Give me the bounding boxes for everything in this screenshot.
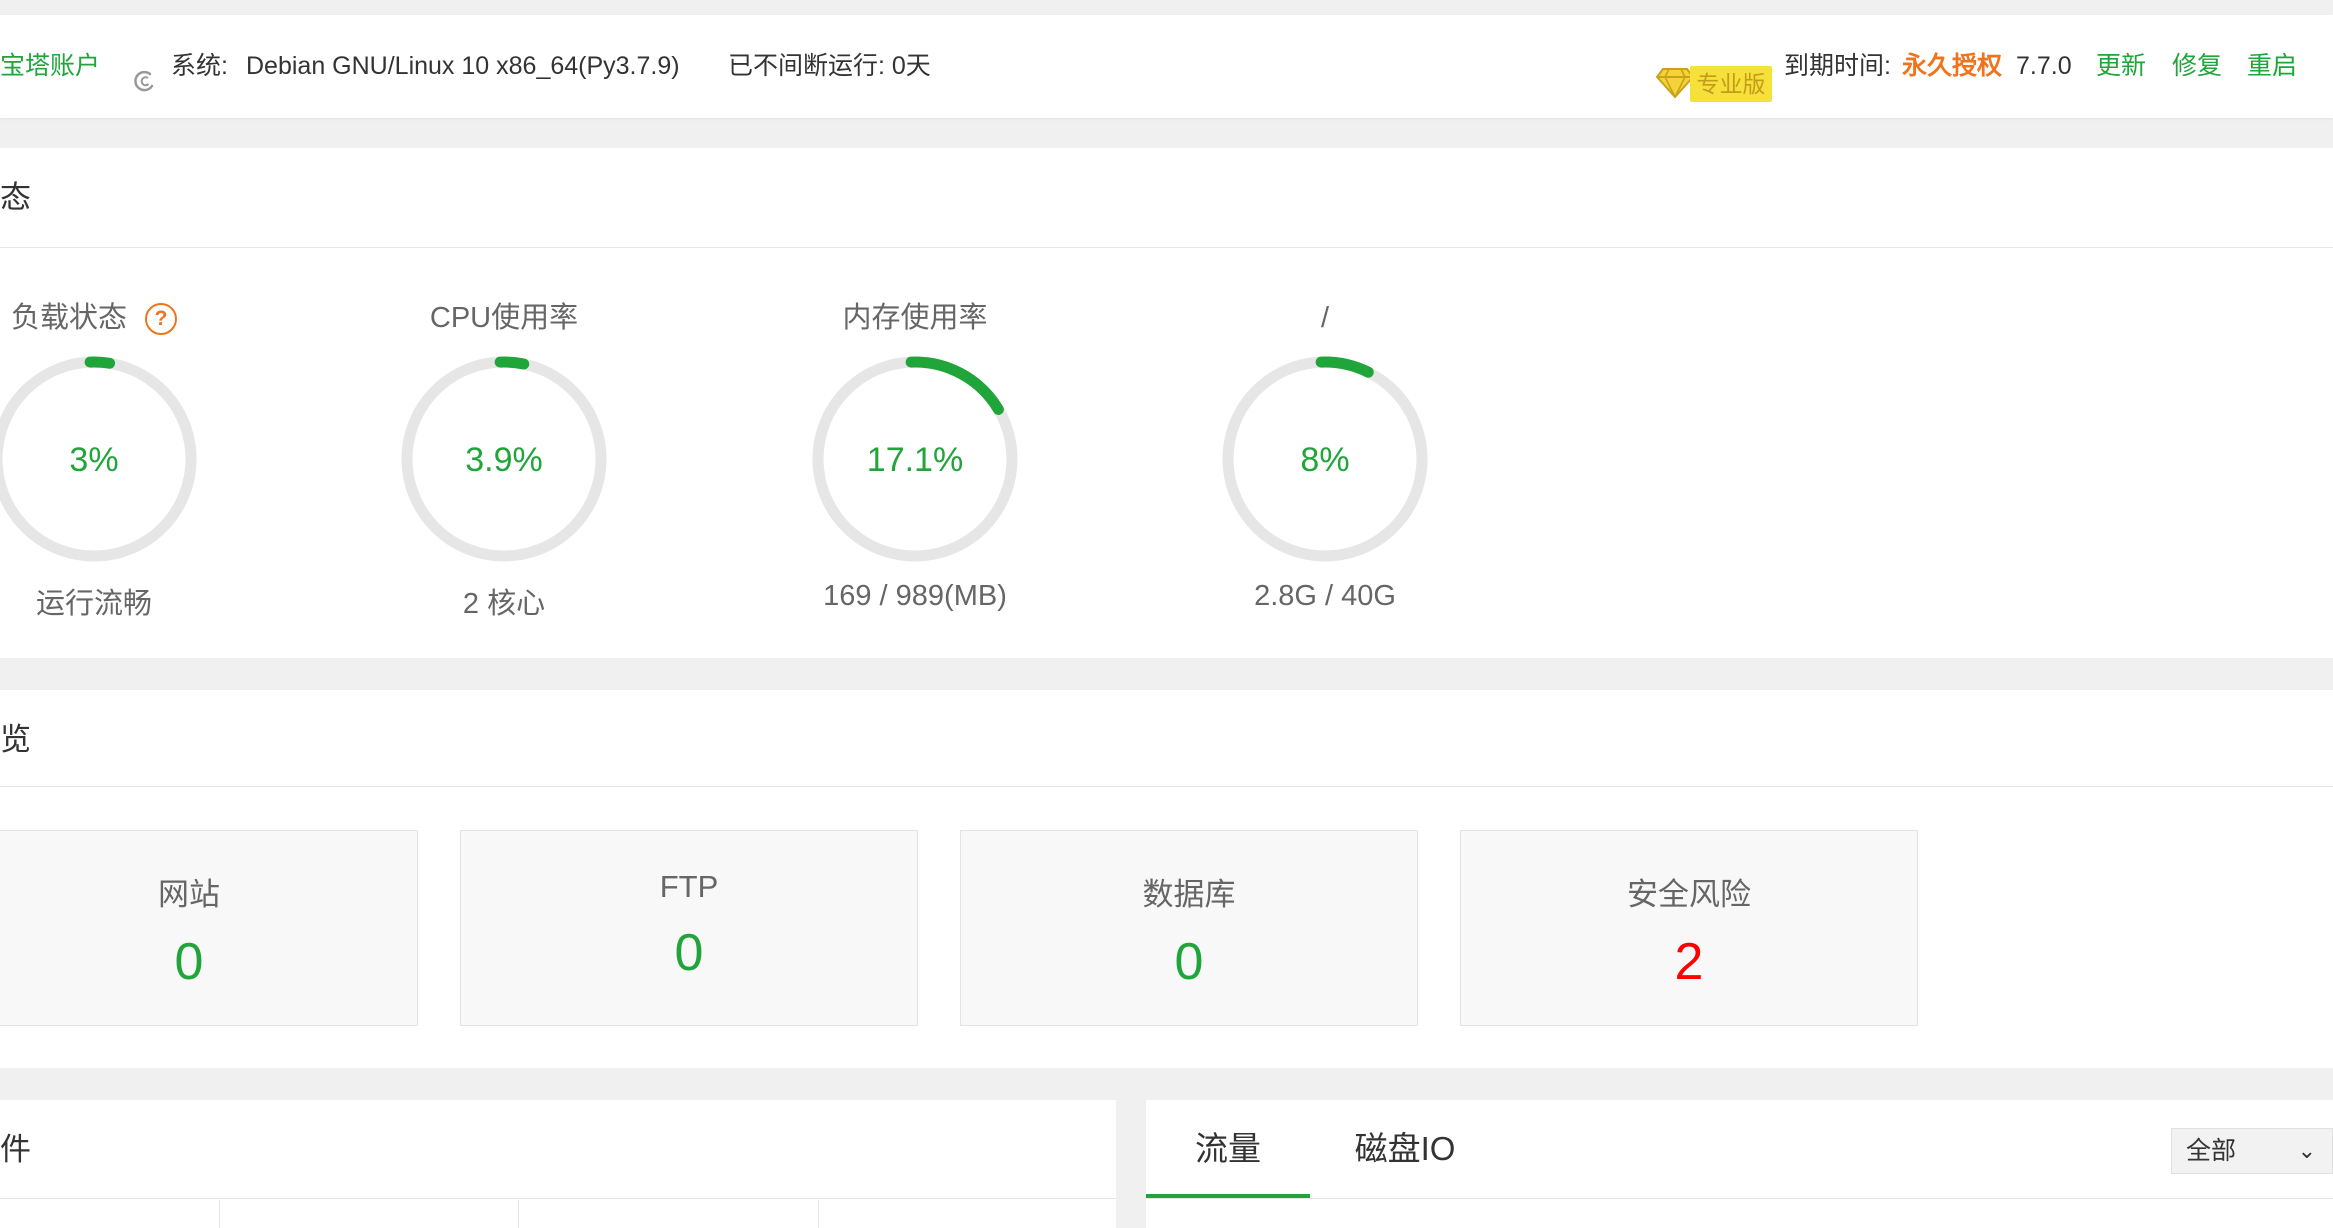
gauge-value: 17.1%: [867, 441, 963, 479]
gauge-arc: [905, 356, 1004, 415]
top-info-bar: 宝塔账户 系统: Debian GNU/Linux 10 x86_64(Py3.…: [0, 15, 2333, 118]
gauge-detail: 169 / 989(MB): [823, 580, 1007, 612]
card-value[interactable]: 0: [961, 932, 1417, 992]
gauge-disk[interactable]: / 8% 2.8G / 40G: [1175, 298, 1475, 613]
gauge-ring: 3%: [0, 356, 197, 562]
gauge-title: 内存使用率: [842, 302, 988, 334]
status-divider: [0, 247, 2333, 248]
software-section-title: 件: [0, 1132, 31, 1167]
system-label: 系统:: [171, 52, 228, 80]
gauge-arc: [1315, 356, 1374, 378]
overview-section-title: 览: [0, 722, 31, 757]
chevron-down-icon: ⌄: [2297, 1138, 2316, 1163]
card-label: 网站: [158, 877, 220, 912]
gauge-value: 3%: [69, 441, 118, 479]
software-panel: 件: [0, 1100, 1116, 1228]
grid-line: [818, 1200, 819, 1228]
card-value[interactable]: 0: [461, 923, 917, 983]
gauge-arc: [84, 356, 116, 369]
bt-account-link[interactable]: 宝塔账户: [0, 15, 100, 118]
overview-divider: [0, 786, 2333, 787]
gauge-load[interactable]: 负载状态? 3% 运行流畅: [0, 298, 244, 622]
traffic-divider: [1146, 1198, 2333, 1199]
system-value: Debian GNU/Linux 10 x86_64(Py3.7.9): [246, 52, 680, 80]
gauge-value: 8%: [1300, 441, 1349, 479]
gauge-title: 负载状态?: [0, 298, 244, 338]
restart-link[interactable]: 重启: [2247, 15, 2297, 118]
expire-value: 永久授权: [1902, 52, 2003, 80]
overview-card-databases[interactable]: 数据库 0: [960, 830, 1418, 1026]
overview-card-security-risk[interactable]: 安全风险 2: [1460, 830, 1918, 1026]
overview-panel: 览 网站 0 FTP 0 数据库 0 安全风险 2: [0, 690, 2333, 1068]
diamond-icon: [1655, 68, 1695, 99]
gauge-detail: 2.8G / 40G: [1254, 580, 1396, 612]
help-icon[interactable]: ?: [145, 303, 177, 336]
gauge-detail: 2 核心: [462, 588, 546, 620]
select-value: 全部: [2186, 1137, 2237, 1165]
status-section-title: 态: [0, 180, 31, 215]
repair-link[interactable]: 修复: [2172, 15, 2222, 118]
tab-disk-io[interactable]: 磁盘IO: [1310, 1100, 1500, 1198]
gauge-detail: 运行流畅: [35, 588, 152, 620]
card-value[interactable]: 0: [0, 932, 417, 992]
card-label: 安全风险: [1627, 877, 1751, 912]
gauge-cpu[interactable]: CPU使用率 3.9% 2 核心: [354, 298, 654, 622]
pro-edition-badge: 专业版: [1690, 66, 1772, 102]
gauge-value: 3.9%: [465, 441, 543, 479]
software-divider: [0, 1198, 1116, 1199]
gauge-ring: 3.9%: [401, 356, 607, 562]
uptime-text: 已不间断运行: 0天: [728, 52, 931, 80]
tab-traffic[interactable]: 流量: [1146, 1100, 1310, 1198]
network-select[interactable]: 全部 ⌄: [2171, 1128, 2333, 1174]
gauge-ring: 17.1%: [812, 356, 1018, 562]
gauge-title: CPU使用率: [429, 302, 579, 334]
traffic-panel: 流量 磁盘IO 全部 ⌄: [1146, 1100, 2333, 1228]
version-number: 7.7.0: [2016, 52, 2072, 80]
status-panel: 态 负载状态? 3% 运行流畅 CPU使用率 3.9% 2 核心 内存使用率 1…: [0, 148, 2333, 658]
gauge-memory[interactable]: 内存使用率 17.1% 169 / 989(MB): [765, 298, 1065, 613]
gauge-ring: 8%: [1222, 356, 1428, 562]
grid-line: [518, 1200, 519, 1228]
overview-card-websites[interactable]: 网站 0: [0, 830, 418, 1026]
card-label: 数据库: [1142, 877, 1236, 912]
grid-line: [219, 1200, 220, 1228]
card-label: FTP: [659, 869, 719, 904]
gauge-title: /: [1320, 302, 1330, 334]
overview-card-ftp[interactable]: FTP 0: [460, 830, 918, 1026]
gauge-arc: [494, 356, 530, 370]
card-value[interactable]: 2: [1461, 932, 1917, 992]
debian-icon: [134, 70, 154, 92]
update-link[interactable]: 更新: [2096, 15, 2146, 118]
expire-label: 到期时间:: [1784, 52, 1891, 80]
